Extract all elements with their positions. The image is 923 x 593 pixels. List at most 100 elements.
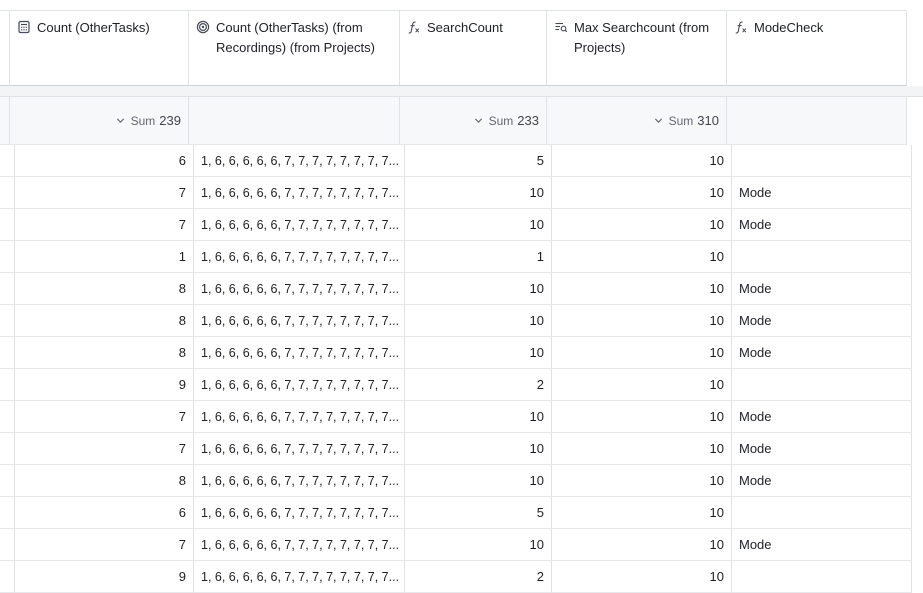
max-searchcount-cell[interactable]: 10 <box>552 497 732 529</box>
count-othertasks-cell[interactable]: 1 <box>15 241 194 273</box>
column-header-max-searchcount[interactable]: Max Searchcount (from Projects) <box>547 10 727 86</box>
summary-modecheck[interactable] <box>727 97 907 145</box>
row-filler <box>912 401 923 433</box>
table-row[interactable]: 7 1, 6, 6, 6, 6, 6, 7, 7, 7, 7, 7, 7, 7,… <box>0 529 923 561</box>
max-searchcount-cell[interactable]: 10 <box>552 241 732 273</box>
table-row[interactable]: 7 1, 6, 6, 6, 6, 6, 7, 7, 7, 7, 7, 7, 7,… <box>0 177 923 209</box>
count-from-recordings-cell[interactable]: 1, 6, 6, 6, 6, 6, 7, 7, 7, 7, 7, 7, 7, 7… <box>194 273 405 305</box>
count-from-recordings-cell[interactable]: 1, 6, 6, 6, 6, 6, 7, 7, 7, 7, 7, 7, 7, 7… <box>194 177 405 209</box>
modecheck-cell[interactable] <box>732 561 912 593</box>
max-searchcount-cell[interactable]: 10 <box>552 305 732 337</box>
max-searchcount-cell[interactable]: 10 <box>552 145 732 177</box>
table-row[interactable]: 8 1, 6, 6, 6, 6, 6, 7, 7, 7, 7, 7, 7, 7,… <box>0 337 923 369</box>
count-othertasks-cell[interactable]: 7 <box>15 401 194 433</box>
max-searchcount-cell[interactable]: 10 <box>552 177 732 209</box>
count-from-recordings-cell[interactable]: 1, 6, 6, 6, 6, 6, 7, 7, 7, 7, 7, 7, 7, 7… <box>194 209 405 241</box>
count-from-recordings-cell[interactable]: 1, 6, 6, 6, 6, 6, 7, 7, 7, 7, 7, 7, 7, 7… <box>194 145 405 177</box>
searchcount-cell[interactable]: 10 <box>405 209 552 241</box>
count-othertasks-cell[interactable]: 8 <box>15 305 194 337</box>
searchcount-cell[interactable]: 10 <box>405 529 552 561</box>
row-filler <box>912 273 923 305</box>
searchcount-cell[interactable]: 2 <box>405 369 552 401</box>
max-searchcount-cell[interactable]: 10 <box>552 337 732 369</box>
modecheck-cell[interactable]: Mode <box>732 273 912 305</box>
searchcount-cell[interactable]: 10 <box>405 273 552 305</box>
max-searchcount-cell[interactable]: 10 <box>552 561 732 593</box>
count-from-recordings-cell[interactable]: 1, 6, 6, 6, 6, 6, 7, 7, 7, 7, 7, 7, 7, 7… <box>194 337 405 369</box>
column-header-count-othertasks[interactable]: Count (OtherTasks) <box>10 10 189 86</box>
searchcount-cell[interactable]: 10 <box>405 401 552 433</box>
count-from-recordings-cell[interactable]: 1, 6, 6, 6, 6, 6, 7, 7, 7, 7, 7, 7, 7, 7… <box>194 305 405 337</box>
modecheck-cell[interactable] <box>732 145 912 177</box>
count-from-recordings-cell[interactable]: 1, 6, 6, 6, 6, 6, 7, 7, 7, 7, 7, 7, 7, 7… <box>194 561 405 593</box>
modecheck-cell[interactable]: Mode <box>732 305 912 337</box>
column-header-modecheck[interactable]: ModeCheck <box>727 10 907 86</box>
count-othertasks-cell[interactable]: 7 <box>15 177 194 209</box>
searchcount-cell[interactable]: 10 <box>405 305 552 337</box>
column-header-searchcount[interactable]: SearchCount <box>400 10 547 86</box>
column-header-label: Count (OtherTasks) (from Recordings) (fr… <box>216 20 375 55</box>
table-row[interactable]: 6 1, 6, 6, 6, 6, 6, 7, 7, 7, 7, 7, 7, 7,… <box>0 145 923 177</box>
searchcount-cell[interactable]: 10 <box>405 337 552 369</box>
count-othertasks-cell[interactable]: 9 <box>15 561 194 593</box>
count-from-recordings-cell[interactable]: 1, 6, 6, 6, 6, 6, 7, 7, 7, 7, 7, 7, 7, 7… <box>194 401 405 433</box>
table-row[interactable]: 8 1, 6, 6, 6, 6, 6, 7, 7, 7, 7, 7, 7, 7,… <box>0 305 923 337</box>
summary-row: Sum 239 Sum 233 Sum 310 <box>0 97 923 145</box>
modecheck-cell[interactable] <box>732 241 912 273</box>
modecheck-cell[interactable]: Mode <box>732 337 912 369</box>
max-searchcount-cell[interactable]: 10 <box>552 401 732 433</box>
modecheck-cell[interactable]: Mode <box>732 465 912 497</box>
table-row[interactable]: 7 1, 6, 6, 6, 6, 6, 7, 7, 7, 7, 7, 7, 7,… <box>0 209 923 241</box>
modecheck-cell[interactable]: Mode <box>732 529 912 561</box>
table-row[interactable]: 1 1, 6, 6, 6, 6, 6, 7, 7, 7, 7, 7, 7, 7,… <box>0 241 923 273</box>
max-searchcount-cell[interactable]: 10 <box>552 529 732 561</box>
max-searchcount-cell[interactable]: 10 <box>552 465 732 497</box>
count-othertasks-cell[interactable]: 8 <box>15 465 194 497</box>
searchcount-cell[interactable]: 5 <box>405 145 552 177</box>
count-othertasks-cell[interactable]: 8 <box>15 337 194 369</box>
searchcount-cell[interactable]: 10 <box>405 465 552 497</box>
table-row[interactable]: 9 1, 6, 6, 6, 6, 6, 7, 7, 7, 7, 7, 7, 7,… <box>0 369 923 401</box>
searchcount-cell[interactable]: 10 <box>405 177 552 209</box>
searchcount-cell[interactable]: 5 <box>405 497 552 529</box>
count-from-recordings-cell[interactable]: 1, 6, 6, 6, 6, 6, 7, 7, 7, 7, 7, 7, 7, 7… <box>194 241 405 273</box>
count-othertasks-cell[interactable]: 7 <box>15 433 194 465</box>
count-othertasks-cell[interactable]: 6 <box>15 145 194 177</box>
summary-max-searchcount[interactable]: Sum 310 <box>547 97 727 145</box>
modecheck-cell[interactable] <box>732 369 912 401</box>
modecheck-cell[interactable] <box>732 497 912 529</box>
count-from-recordings-cell[interactable]: 1, 6, 6, 6, 6, 6, 7, 7, 7, 7, 7, 7, 7, 7… <box>194 465 405 497</box>
max-searchcount-cell[interactable]: 10 <box>552 369 732 401</box>
summary-searchcount[interactable]: Sum 233 <box>400 97 547 145</box>
max-searchcount-cell[interactable]: 10 <box>552 209 732 241</box>
table-row[interactable]: 9 1, 6, 6, 6, 6, 6, 7, 7, 7, 7, 7, 7, 7,… <box>0 561 923 593</box>
searchcount-cell[interactable]: 10 <box>405 433 552 465</box>
count-othertasks-cell[interactable]: 8 <box>15 273 194 305</box>
row-filler <box>912 465 923 497</box>
table-row[interactable]: 6 1, 6, 6, 6, 6, 6, 7, 7, 7, 7, 7, 7, 7,… <box>0 497 923 529</box>
table-row[interactable]: 8 1, 6, 6, 6, 6, 6, 7, 7, 7, 7, 7, 7, 7,… <box>0 273 923 305</box>
column-header-count-from-recordings[interactable]: Count (OtherTasks) (from Recordings) (fr… <box>189 10 400 86</box>
table-row[interactable]: 7 1, 6, 6, 6, 6, 6, 7, 7, 7, 7, 7, 7, 7,… <box>0 433 923 465</box>
modecheck-cell[interactable]: Mode <box>732 401 912 433</box>
modecheck-cell[interactable]: Mode <box>732 209 912 241</box>
searchcount-cell[interactable]: 2 <box>405 561 552 593</box>
count-from-recordings-cell[interactable]: 1, 6, 6, 6, 6, 6, 7, 7, 7, 7, 7, 7, 7, 7… <box>194 529 405 561</box>
modecheck-cell[interactable]: Mode <box>732 177 912 209</box>
summary-count-from-recordings[interactable] <box>189 97 400 145</box>
count-othertasks-cell[interactable]: 9 <box>15 369 194 401</box>
count-othertasks-cell[interactable]: 7 <box>15 529 194 561</box>
table-row[interactable]: 7 1, 6, 6, 6, 6, 6, 7, 7, 7, 7, 7, 7, 7,… <box>0 401 923 433</box>
max-searchcount-cell[interactable]: 10 <box>552 433 732 465</box>
count-othertasks-cell[interactable]: 6 <box>15 497 194 529</box>
max-searchcount-cell[interactable]: 10 <box>552 273 732 305</box>
count-othertasks-cell[interactable]: 7 <box>15 209 194 241</box>
modecheck-cell[interactable]: Mode <box>732 433 912 465</box>
searchcount-cell[interactable]: 1 <box>405 241 552 273</box>
summary-count-othertasks[interactable]: Sum 239 <box>10 97 189 145</box>
table-row[interactable]: 8 1, 6, 6, 6, 6, 6, 7, 7, 7, 7, 7, 7, 7,… <box>0 465 923 497</box>
count-from-recordings-cell[interactable]: 1, 6, 6, 6, 6, 6, 7, 7, 7, 7, 7, 7, 7, 7… <box>194 433 405 465</box>
count-from-recordings-cell[interactable]: 1, 6, 6, 6, 6, 6, 7, 7, 7, 7, 7, 7, 7, 7… <box>194 497 405 529</box>
count-from-recordings-cell[interactable]: 1, 6, 6, 6, 6, 6, 7, 7, 7, 7, 7, 7, 7, 7… <box>194 369 405 401</box>
table-body: 6 1, 6, 6, 6, 6, 6, 7, 7, 7, 7, 7, 7, 7,… <box>0 145 923 593</box>
